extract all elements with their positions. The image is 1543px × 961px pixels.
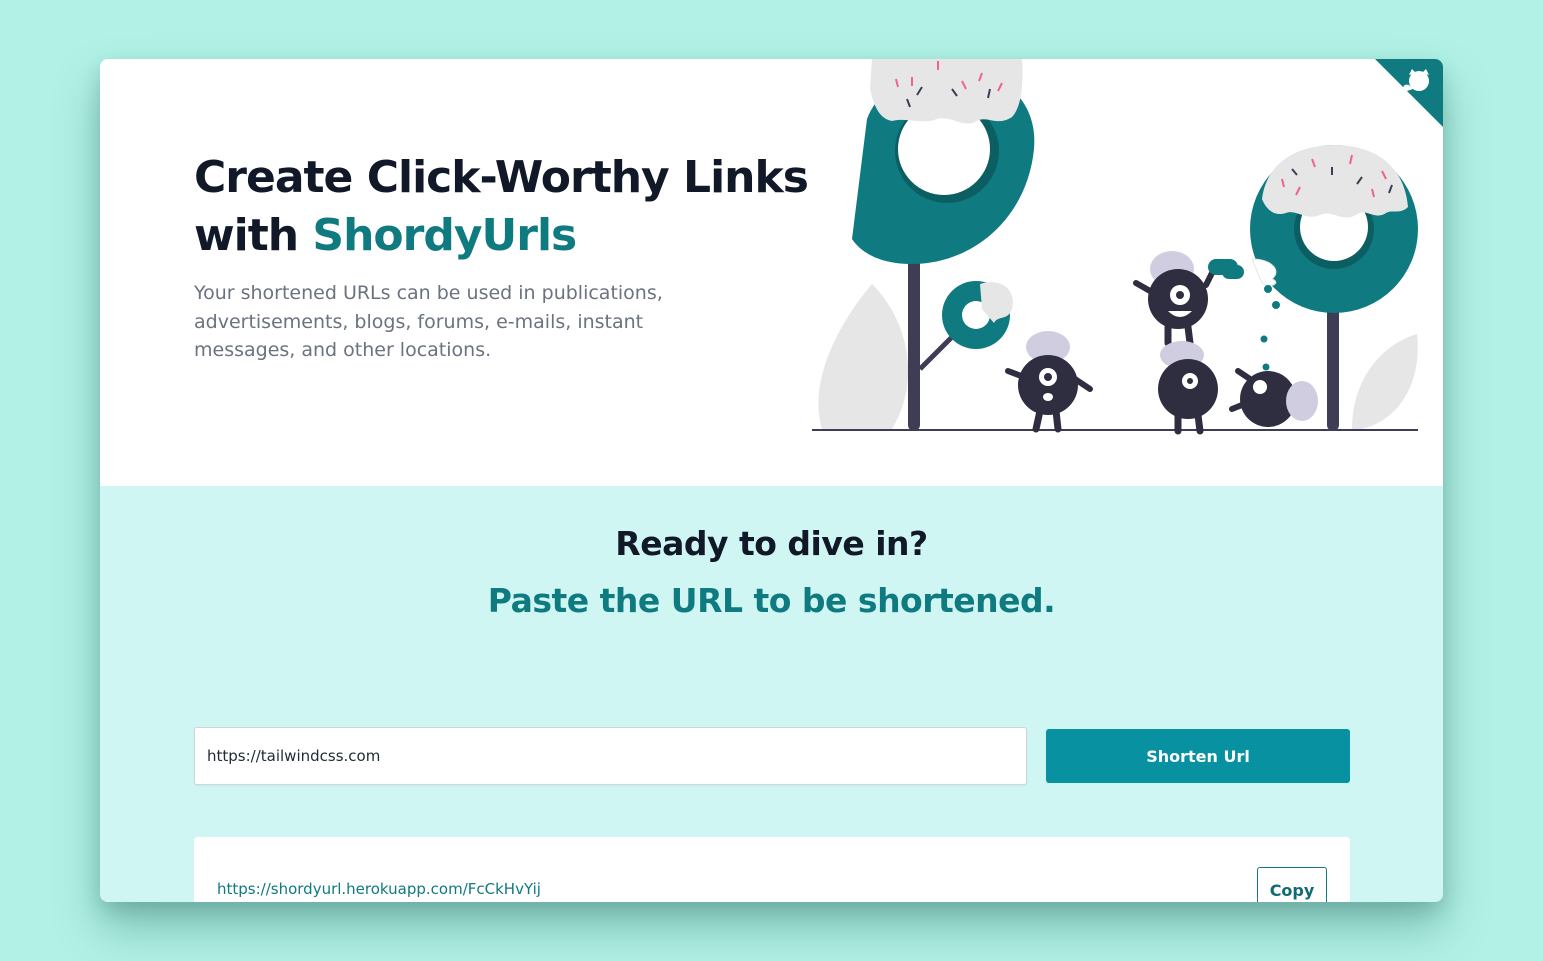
cta-heading: Ready to dive in? [615, 524, 928, 563]
hero-title: Create Click-Worthy Links with ShordyUrl… [194, 149, 809, 265]
hero-title-line1: Create Click-Worthy Links [194, 152, 809, 203]
cta-subheading: Paste the URL to be shortened. [487, 581, 1056, 620]
hero-illustration [812, 59, 1418, 435]
leaf-right [1352, 334, 1418, 429]
monster-bottom [1158, 359, 1218, 419]
copy-button[interactable]: Copy [1257, 867, 1327, 902]
shorten-url-button[interactable]: Shorten Url [1046, 729, 1350, 783]
leaf-left [818, 284, 909, 429]
result-panel: https://shordyurl.herokuapp.com/FcCkHvYi… [194, 837, 1350, 902]
hero-subtitle: Your shortened URLs can be used in publi… [194, 282, 663, 361]
hero-title-with: with [194, 210, 299, 261]
short-url-link[interactable]: https://shordyurl.herokuapp.com/FcCkHvYi… [217, 880, 541, 898]
brand-name: ShordyUrls [312, 210, 577, 261]
url-input[interactable] [194, 727, 1027, 785]
shorten-section: Ready to dive in? Paste the URL to be sh… [100, 486, 1443, 902]
app-card: Create Click-Worthy Links with ShordyUrl… [100, 59, 1443, 902]
github-corner-link[interactable] [1375, 59, 1443, 127]
hero-section: Create Click-Worthy Links with ShordyUrl… [100, 59, 1443, 486]
